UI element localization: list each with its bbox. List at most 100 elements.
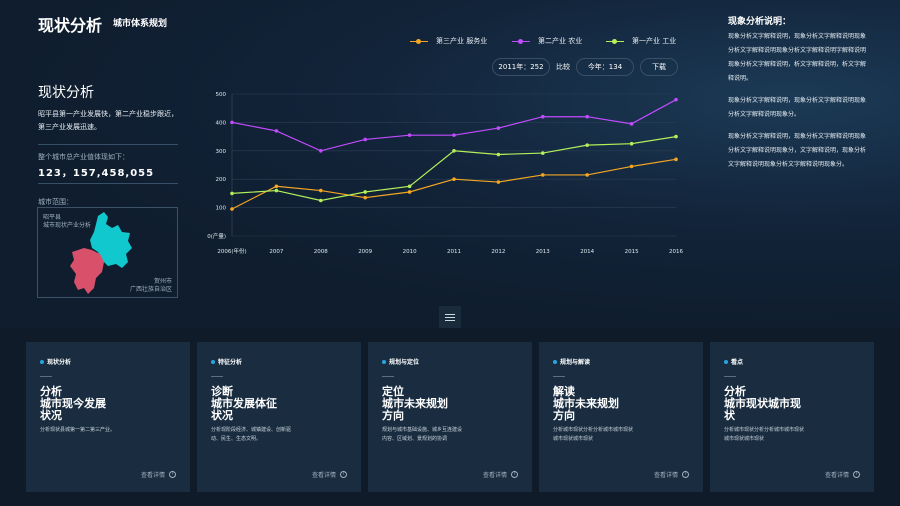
menu-toggle-button[interactable] <box>439 306 461 328</box>
dot-icon <box>40 359 44 364</box>
card-description: 分析城市现状分析分析城市城市现状城市现状城市现状 <box>553 427 634 442</box>
data-point <box>585 173 589 177</box>
city-map[interactable]: 昭平县 城市现状产业分析 贺州市 广西壮族自治区 <box>37 207 178 298</box>
card-rule <box>40 376 52 377</box>
card-rule <box>553 376 565 377</box>
data-point <box>230 191 234 196</box>
dot-icon <box>724 359 728 364</box>
legend-item-secondary[interactable]: 第二产业 农业 <box>512 36 582 46</box>
data-point <box>541 114 545 119</box>
legend-item-primary[interactable]: 第一产业 工业 <box>606 36 676 46</box>
card-heading: 定位 城市未来规划 方向 <box>382 385 448 422</box>
data-point <box>407 190 412 194</box>
y-tick-label: 0(产量) <box>207 232 226 240</box>
today-value-pill[interactable]: 今年：134 <box>576 58 634 76</box>
data-point <box>629 164 634 169</box>
data-point <box>274 129 279 133</box>
dot-icon <box>211 359 215 364</box>
data-point <box>319 149 323 153</box>
card-more-link[interactable]: 查看详情? <box>141 470 176 479</box>
data-point <box>452 177 456 181</box>
section-description: 昭平县第一产业发展快，第二产业稳步跟近，第三产业发展迅速。 <box>38 110 178 131</box>
x-tick-label: 2011 <box>447 249 461 255</box>
x-tick-label: 2009 <box>358 249 372 255</box>
y-tick-label: 200 <box>216 177 227 183</box>
right-paragraph-2: 现象分析文字解释说明，现象分析文字解释说明现象分析文字解释说明现象分。 <box>728 97 867 118</box>
data-point <box>585 143 589 147</box>
data-point <box>319 188 323 193</box>
data-point <box>496 152 501 157</box>
x-tick-label: 2007 <box>269 249 283 255</box>
data-point <box>585 114 589 119</box>
card-description: 分析现阶段经济、城镇建设、创新驱动、民生、生态文明。 <box>211 427 292 442</box>
card-description: 分析城市现状分析分析城市城市现状城市现状城市现状 <box>724 427 805 442</box>
download-button[interactable]: 下载 <box>640 58 678 76</box>
y-tick-label: 500 <box>216 92 227 98</box>
data-point <box>452 133 456 137</box>
series-line-3 <box>231 136 677 202</box>
compare-label: 比较 <box>556 63 570 71</box>
card-more-link[interactable]: 查看详情? <box>312 470 347 479</box>
data-point <box>496 126 501 130</box>
legend-item-tertiary[interactable]: 第三产业 服务业 <box>410 36 487 46</box>
data-point <box>541 173 545 177</box>
card-tag: 现状分析 <box>40 357 71 366</box>
x-tick-label: 2008 <box>314 249 328 255</box>
legend-swatch <box>410 38 428 44</box>
info-icon: ? <box>511 471 518 478</box>
info-icon: ? <box>340 471 347 478</box>
card-more-link[interactable]: 查看详情? <box>483 470 518 479</box>
series-line-1 <box>231 158 677 210</box>
data-point <box>407 133 412 137</box>
card-tag: 规划与定位 <box>382 357 419 366</box>
card-more-link[interactable]: 查看详情? <box>825 470 860 479</box>
series-line-2 <box>231 99 677 152</box>
card-description: 分析现状县城第一第二第三产业。 <box>40 427 116 433</box>
card-heading: 解读 城市未来规划 方向 <box>553 385 619 422</box>
data-point <box>274 184 279 189</box>
card-planning-positioning[interactable]: 规划与定位 定位 城市未来规划 方向 规划与城市基础设施、城乡互连建设内容、区域… <box>368 342 532 492</box>
year-value-pill[interactable]: 2011年：252 <box>492 58 550 76</box>
data-point <box>496 180 501 184</box>
right-paragraph-3: 现象分析文字解释说明，现象分析文字解释说明现象分析文字解释说明现象分，文字解释说… <box>728 133 867 168</box>
divider <box>38 144 178 145</box>
map-province: 广西壮族自治区 <box>129 286 172 293</box>
right-title: 现象分析说明： <box>728 17 792 27</box>
x-tick-label: 2012 <box>491 249 505 255</box>
divider <box>38 183 178 184</box>
data-point <box>674 97 678 102</box>
x-tick-label: 2013 <box>536 249 550 255</box>
data-point <box>230 207 234 211</box>
y-tick-label: 100 <box>216 206 227 212</box>
x-tick-label: 2015 <box>625 249 639 255</box>
x-tick-label: 2014 <box>580 249 594 255</box>
y-tick-label: 400 <box>216 120 227 126</box>
data-point <box>363 190 367 194</box>
hamburger-icon <box>445 316 455 318</box>
card-tag: 规划与解读 <box>553 357 590 366</box>
legend-label: 第二产业 农业 <box>538 37 583 45</box>
total-label: 整个城市总产业值体现如下： <box>38 153 129 161</box>
card-highlights[interactable]: 看点 分析 城市现状城市现 状 分析城市现状分析分析城市城市现状城市现状城市现状… <box>710 342 874 492</box>
card-planning-interpretation[interactable]: 规划与解读 解读 城市未来规划 方向 分析城市现状分析分析城市城市现状城市现状城… <box>539 342 703 492</box>
x-tick-label: 2006(年份) <box>217 247 246 255</box>
card-rule <box>724 376 736 377</box>
card-more-link[interactable]: 查看详情? <box>654 470 689 479</box>
card-tag: 看点 <box>724 357 743 366</box>
legend-label: 第三产业 服务业 <box>436 37 488 45</box>
data-point <box>674 134 678 139</box>
card-rule <box>382 376 394 377</box>
page-title: 现状分析 <box>38 16 103 35</box>
card-heading: 分析 城市现今发展 状况 <box>40 385 106 422</box>
card-feature-analysis[interactable]: 特征分析 诊断 城市发展体征 状况 分析现阶段经济、城镇建设、创新驱动、民生、生… <box>197 342 361 492</box>
card-status-analysis[interactable]: 现状分析 分析 城市现今发展 状况 分析现状县城第一第二第三产业。 查看详情? <box>26 342 190 492</box>
y-tick-label: 300 <box>216 149 227 155</box>
data-point <box>230 120 234 125</box>
map-region-red <box>70 248 104 294</box>
card-description: 规划与城市基础设施、城乡互连建设内容、区域划、景规划的协调 <box>382 427 463 442</box>
x-tick-label: 2016 <box>669 249 683 255</box>
info-icon: ? <box>853 471 860 478</box>
data-point <box>319 198 323 203</box>
map-label: 城市范围： <box>38 198 73 206</box>
legend-label: 第一产业 工业 <box>632 37 677 45</box>
